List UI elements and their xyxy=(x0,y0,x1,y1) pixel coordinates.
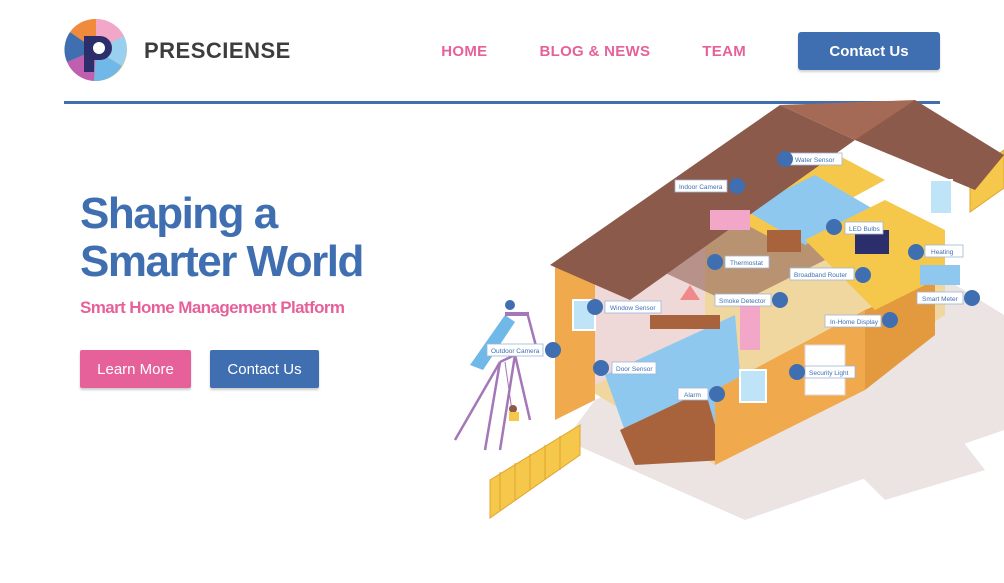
svg-text:Indoor Camera: Indoor Camera xyxy=(679,184,723,191)
nav-blog-news[interactable]: BLOG & NEWS xyxy=(539,43,650,60)
svg-text:LED Bulbs: LED Bulbs xyxy=(849,226,880,233)
device-label-door-sensor: Door Sensor xyxy=(611,361,657,375)
hero-title-rest: World xyxy=(235,237,365,286)
garden-fence xyxy=(489,424,581,519)
svg-text:Broadband Router: Broadband Router xyxy=(794,272,848,279)
alarm-icon xyxy=(709,386,725,402)
smoke-detector-icon xyxy=(772,292,788,308)
presciense-logo-icon[interactable] xyxy=(64,18,128,82)
hero-subtitle: Smart Home Management Platform xyxy=(80,298,345,317)
device-label-outdoor-camera: Outdoor Camera xyxy=(486,343,544,357)
smart-home-illustration: Water Sensor Indoor Camera LED Bulbs Hea… xyxy=(453,100,1004,520)
nav-home[interactable]: HOME xyxy=(441,43,487,60)
site-header: PRESCIENSE HOME BLOG & NEWS TEAM Contact… xyxy=(64,0,940,104)
outdoor-camera-icon xyxy=(545,342,561,358)
in-home-display-icon xyxy=(882,312,898,328)
svg-text:Smart Meter: Smart Meter xyxy=(922,296,959,303)
security-light-icon xyxy=(789,364,805,380)
hero-title-line1: Shaping a xyxy=(80,189,278,238)
svg-text:Alarm: Alarm xyxy=(684,392,701,399)
led-bulbs-icon xyxy=(826,219,842,235)
window-sensor-icon xyxy=(587,299,603,315)
device-label-in-home-display: In-Home Display xyxy=(824,314,882,328)
heating-icon xyxy=(908,244,924,260)
svg-text:Security Light: Security Light xyxy=(809,370,849,377)
device-label-smoke-detector: Smoke Detector xyxy=(714,293,772,307)
hero-contact-button[interactable]: Contact Us xyxy=(210,350,319,388)
device-label-water-sensor: Water Sensor xyxy=(789,152,843,166)
device-label-indoor-camera: Indoor Camera xyxy=(674,179,728,193)
indoor-camera-icon xyxy=(729,178,745,194)
door-sensor-icon xyxy=(593,360,609,376)
device-label-security-light: Security Light xyxy=(804,365,856,379)
svg-text:Heating: Heating xyxy=(931,249,954,256)
thermostat-icon xyxy=(707,254,723,270)
brand-name[interactable]: PRESCIENSE xyxy=(144,38,291,64)
device-label-broadband-router: Broadband Router xyxy=(789,267,855,281)
device-label-window-sensor: Window Sensor xyxy=(604,300,662,314)
svg-text:Outdoor Camera: Outdoor Camera xyxy=(491,348,540,355)
swing-set xyxy=(453,353,532,451)
header-contact-button[interactable]: Contact Us xyxy=(798,32,940,70)
svg-text:Window Sensor: Window Sensor xyxy=(610,305,656,312)
smart-meter-icon xyxy=(964,290,980,306)
device-label-thermostat: Thermostat xyxy=(724,255,770,269)
hero-title: Shaping a Smarter World xyxy=(80,189,365,286)
svg-text:Door Sensor: Door Sensor xyxy=(616,366,653,373)
water-sensor-icon xyxy=(777,151,793,167)
main-nav: HOME BLOG & NEWS TEAM Contact Us xyxy=(441,32,940,70)
svg-text:Smoke Detector: Smoke Detector xyxy=(719,298,766,305)
learn-more-button[interactable]: Learn More xyxy=(80,350,191,388)
device-label-smart-meter: Smart Meter xyxy=(916,291,964,305)
device-label-heating: Heating xyxy=(924,244,964,258)
device-label-alarm: Alarm xyxy=(677,387,709,401)
device-label-led-bulbs: LED Bulbs xyxy=(844,221,884,235)
svg-text:Water Sensor: Water Sensor xyxy=(795,157,835,164)
nav-team[interactable]: TEAM xyxy=(702,43,746,60)
hero-title-bold: Smarter xyxy=(80,237,237,286)
broadband-router-icon xyxy=(855,267,871,283)
svg-text:In-Home Display: In-Home Display xyxy=(830,319,879,326)
svg-text:Thermostat: Thermostat xyxy=(730,260,763,267)
